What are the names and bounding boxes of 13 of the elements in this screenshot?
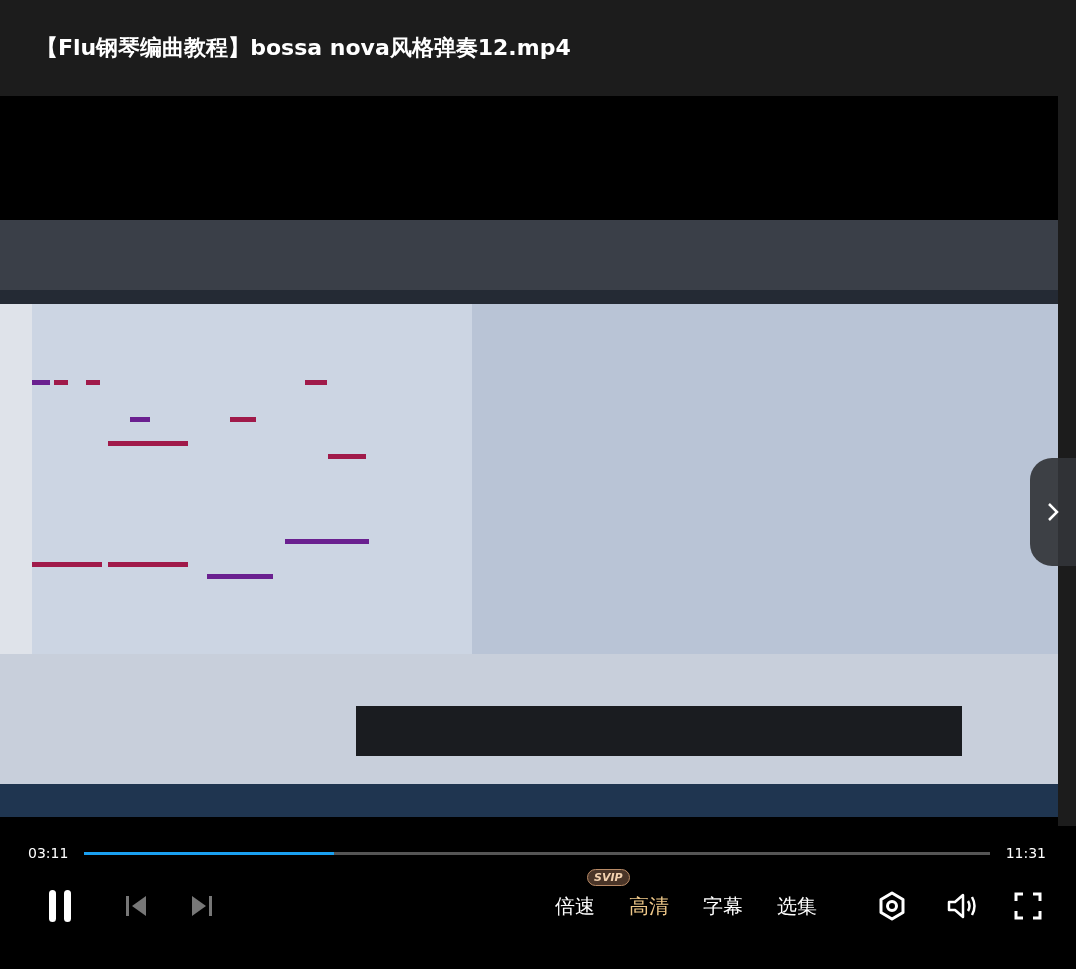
previous-icon[interactable] xyxy=(125,895,147,917)
elapsed-time: 03:11 xyxy=(28,845,69,861)
next-icon[interactable] xyxy=(191,895,213,917)
player-option[interactable]: 倍速 xyxy=(555,892,595,920)
vip-badge: SVIP xyxy=(587,868,630,886)
next-arrow-button[interactable] xyxy=(1030,458,1076,566)
total-time: 11:31 xyxy=(1005,845,1046,861)
player-option[interactable]: 选集 xyxy=(777,892,817,920)
progress-bar[interactable] xyxy=(84,851,990,855)
chevron-right-icon xyxy=(1046,501,1060,523)
player-option[interactable]: 高清 xyxy=(629,892,669,920)
video-title: 【Flu钢琴编曲教程】bossa nova风格弹奏12.mp4 xyxy=(36,34,571,62)
player-option[interactable]: 字幕 xyxy=(703,892,743,920)
